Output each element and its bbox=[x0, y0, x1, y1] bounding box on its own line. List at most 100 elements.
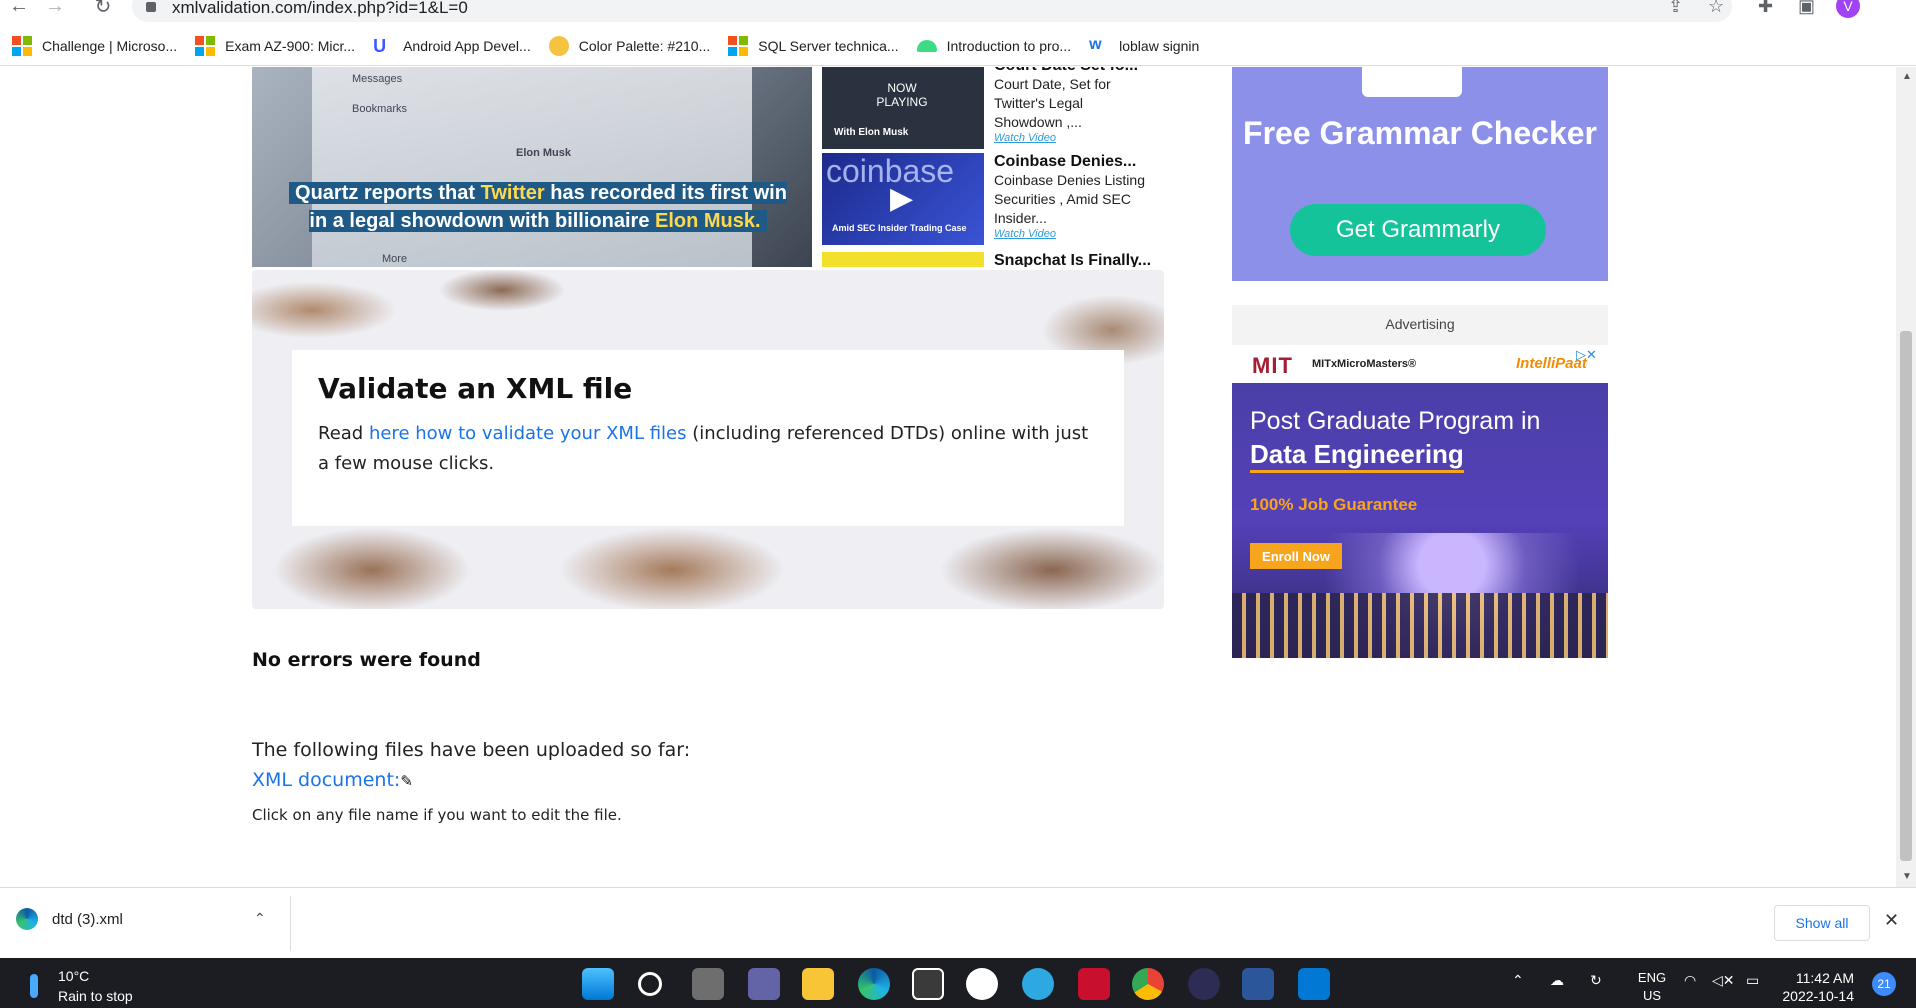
vscode-icon[interactable] bbox=[1298, 968, 1330, 1000]
battery-icon[interactable]: ▭ bbox=[1746, 972, 1759, 989]
back-button[interactable]: ← bbox=[4, 0, 34, 18]
grammarly-ad[interactable]: Free Grammar Checker Get Grammarly bbox=[1232, 67, 1608, 281]
udacity-icon: U bbox=[373, 35, 387, 56]
language-indicator[interactable]: ENG US bbox=[1632, 969, 1672, 1005]
url-text: xmlvalidation.com/index.php?id=1&L=0 bbox=[172, 0, 468, 17]
word-icon[interactable] bbox=[1242, 968, 1274, 1000]
validation-status: No errors were found bbox=[252, 649, 481, 671]
android-icon bbox=[916, 39, 937, 52]
page-scrollbar[interactable]: ▲ ▼ bbox=[1896, 67, 1916, 887]
wifi-icon[interactable]: ◠ bbox=[1684, 972, 1696, 989]
edit-hint: Click on any file name if you want to ed… bbox=[252, 806, 622, 824]
get-grammarly-button[interactable]: Get Grammarly bbox=[1290, 204, 1546, 256]
github-icon[interactable] bbox=[966, 968, 998, 1000]
share-icon[interactable]: ⇪ bbox=[1668, 0, 1683, 17]
notification-badge[interactable]: 21 bbox=[1872, 972, 1896, 996]
bookmark-item[interactable]: Challenge | Microso... bbox=[12, 35, 177, 56]
browser-toolbar: ← → ↻ xmlvalidation.com/index.php?id=1&L… bbox=[0, 0, 1916, 25]
bookmark-item[interactable]: U Android App Devel... bbox=[373, 36, 531, 56]
how-to-validate-link[interactable]: here how to validate your XML files bbox=[369, 423, 687, 444]
video-side-text: Elon Musk bbox=[516, 147, 572, 159]
download-file-name: dtd (3).xml bbox=[52, 910, 123, 928]
enroll-now-button[interactable]: Enroll Now bbox=[1250, 543, 1342, 569]
lock-icon bbox=[146, 2, 156, 12]
scrollbar-thumb[interactable] bbox=[1900, 331, 1912, 861]
task-view-icon[interactable] bbox=[692, 968, 724, 1000]
show-all-button[interactable]: Show all bbox=[1774, 905, 1870, 941]
mit-ad[interactable]: Advertising MIT MITxMicroMasters® Intell… bbox=[1232, 305, 1608, 658]
microsoft-icon bbox=[195, 35, 216, 56]
file-explorer-icon[interactable] bbox=[802, 968, 834, 1000]
clock[interactable]: 11:42 AM 2022-10-14 bbox=[1772, 969, 1854, 1005]
edge-file-icon bbox=[16, 908, 38, 930]
close-icon[interactable]: ✕ bbox=[1884, 910, 1899, 931]
video-caption: Quartz reports that Twitter has recorded… bbox=[288, 179, 788, 235]
start-icon[interactable] bbox=[582, 968, 614, 1000]
mcafee-icon[interactable] bbox=[1078, 968, 1110, 1000]
profile-avatar[interactable]: V bbox=[1836, 0, 1860, 18]
hero-video-player[interactable]: Messages Bookmarks Elon Musk More Quartz… bbox=[252, 67, 812, 267]
download-shelf: dtd (3).xml ⌃ Show all ✕ bbox=[0, 887, 1916, 958]
download-item[interactable]: dtd (3).xml bbox=[16, 908, 123, 930]
watch-video-link[interactable]: Watch Video bbox=[994, 132, 1154, 144]
video-side-text: Messages bbox=[352, 73, 403, 85]
microsoft-icon bbox=[728, 35, 749, 56]
bookmark-star-icon[interactable]: ☆ bbox=[1708, 0, 1724, 17]
advertising-label: Advertising bbox=[1385, 316, 1455, 332]
chrome-icon[interactable] bbox=[1132, 968, 1164, 1000]
microsoft-icon bbox=[12, 35, 32, 56]
speaker-muted-icon[interactable]: ◁✕ bbox=[1712, 972, 1735, 989]
validate-heading: Validate an XML file bbox=[318, 372, 633, 405]
reload-button[interactable]: ↻ bbox=[88, 0, 118, 18]
side-panel-icon[interactable]: ▣ bbox=[1798, 0, 1815, 17]
page-content: Messages Bookmarks Elon Musk More Quartz… bbox=[0, 67, 1896, 887]
video-title[interactable]: Court Date Set fo... bbox=[994, 67, 1154, 75]
video-description: Coinbase Denies Listing Securities , Ami… bbox=[994, 172, 1145, 226]
validate-description: Read here how to validate your XML files… bbox=[318, 423, 1089, 474]
video-title[interactable]: Snapchat Is Finally... bbox=[994, 252, 1154, 267]
xml-document-link[interactable]: XML document:✎ bbox=[252, 769, 413, 791]
eclipse-icon[interactable] bbox=[1188, 968, 1220, 1000]
micromasters-label: MITxMicroMasters® bbox=[1312, 358, 1417, 370]
video-playlist: NOW PLAYING With Elon Musk Court Date Se… bbox=[822, 67, 1158, 267]
video-thumbnail[interactable] bbox=[822, 252, 984, 267]
video-side-text: Bookmarks bbox=[352, 103, 408, 115]
video-thumbnail[interactable]: coinbase ▶ Amid SEC Insider Trading Case bbox=[822, 153, 984, 245]
building-illustration bbox=[1232, 593, 1608, 658]
bookmark-item[interactable]: Introduction to pro... bbox=[916, 38, 1071, 54]
chevron-up-icon[interactable]: ⌃ bbox=[1512, 972, 1524, 989]
scroll-up-icon[interactable]: ▲ bbox=[1902, 71, 1912, 82]
edge-icon[interactable] bbox=[858, 968, 890, 1000]
weather-condition: Rain to stop bbox=[58, 988, 133, 1004]
watch-video-link[interactable]: Watch Video bbox=[994, 228, 1154, 240]
address-bar[interactable]: xmlvalidation.com/index.php?id=1&L=0 bbox=[132, 0, 1732, 22]
ad-choices-close-icon[interactable]: ▷✕ bbox=[1576, 347, 1606, 365]
bookmark-item[interactable]: Exam AZ-900: Micr... bbox=[195, 35, 355, 56]
divider bbox=[290, 896, 291, 951]
bookmark-item[interactable]: Color Palette: #210... bbox=[548, 35, 710, 56]
ad-brand-row: MIT MITxMicroMasters® IntelliPaat bbox=[1232, 345, 1608, 383]
weather-app-icon[interactable] bbox=[1022, 968, 1054, 1000]
onedrive-icon[interactable]: ☁ bbox=[1550, 972, 1564, 989]
video-thumbnail[interactable]: NOW PLAYING With Elon Musk bbox=[822, 67, 984, 149]
play-icon: ▶ bbox=[890, 182, 914, 215]
weather-icon bbox=[30, 974, 38, 998]
search-icon[interactable] bbox=[638, 972, 662, 996]
forward-button[interactable]: → bbox=[40, 0, 70, 18]
pencil-icon: ✎ bbox=[400, 772, 413, 790]
teams-icon[interactable] bbox=[748, 968, 780, 1000]
extensions-icon[interactable]: ✚ bbox=[1758, 0, 1773, 17]
bookmark-item[interactable]: w loblaw signin bbox=[1089, 36, 1199, 56]
store-icon[interactable] bbox=[912, 968, 944, 1000]
sync-icon[interactable]: ↻ bbox=[1590, 972, 1602, 989]
ad-creative[interactable]: Post Graduate Program in Data Engineerin… bbox=[1232, 383, 1608, 658]
temperature: 10°C bbox=[58, 968, 90, 984]
mit-logo: MIT bbox=[1252, 353, 1293, 378]
validate-card: Validate an XML file Read here how to va… bbox=[292, 350, 1124, 526]
scroll-down-icon[interactable]: ▼ bbox=[1902, 871, 1912, 882]
video-title[interactable]: Coinbase Denies... bbox=[994, 153, 1154, 171]
chevron-up-icon[interactable]: ⌃ bbox=[254, 910, 266, 927]
palette-icon bbox=[548, 35, 569, 56]
ad-line-3: 100% Job Guarantee bbox=[1250, 495, 1418, 514]
bookmark-item[interactable]: SQL Server technica... bbox=[728, 35, 899, 56]
